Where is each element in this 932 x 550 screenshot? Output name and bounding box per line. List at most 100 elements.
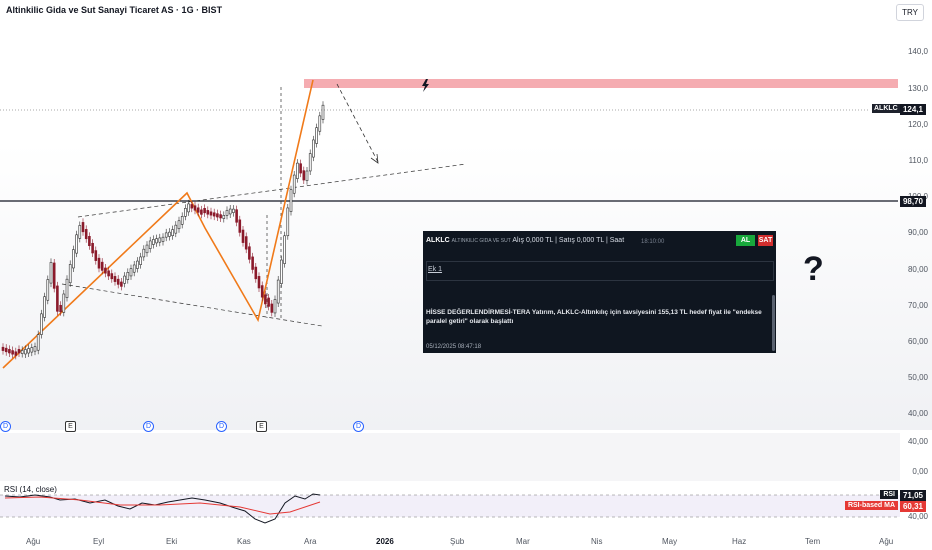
candle-body <box>212 212 216 217</box>
candle-body <box>11 350 14 355</box>
attachment-link[interactable]: Ek 1 <box>428 266 442 273</box>
news-symbol: ALKLC <box>426 237 450 244</box>
candle-body <box>116 278 120 285</box>
dividend-marker[interactable]: D <box>143 421 154 432</box>
candle-body <box>113 276 117 282</box>
pattern-line <box>2 79 314 369</box>
candle-body <box>174 224 178 234</box>
time-axis-label: Şub <box>450 537 465 546</box>
time-axis-label: Mar <box>516 537 530 546</box>
candle-body <box>84 229 88 240</box>
candle-body <box>104 267 107 274</box>
candle-body <box>196 207 200 213</box>
earnings-marker[interactable]: E <box>256 421 267 432</box>
news-quote: Alış 0,000 TL | Satış 0,000 TL | Saat <box>512 237 625 244</box>
earnings-marker[interactable]: E <box>65 421 76 432</box>
candle-body <box>254 266 258 280</box>
candle-body <box>88 236 91 247</box>
candle-body <box>59 304 62 313</box>
candle-body <box>14 351 18 356</box>
price-axis-label: 40,00 <box>907 409 928 418</box>
attachment-box <box>426 261 774 281</box>
candle-body <box>164 232 168 238</box>
candle-body <box>110 273 114 280</box>
candle-body <box>276 279 280 304</box>
time-axis-year-label: 2026 <box>376 537 394 546</box>
time-axis-label: Haz <box>732 537 747 546</box>
candle-body <box>20 350 24 354</box>
candle-body <box>62 293 66 313</box>
candle-body <box>40 313 43 335</box>
candle-body <box>148 240 152 249</box>
dividend-marker[interactable]: D <box>216 421 227 432</box>
candlestick-series <box>1 101 325 360</box>
candle-body <box>184 208 187 217</box>
time-axis-label: Ağu <box>26 537 41 546</box>
candle-body <box>312 139 315 158</box>
sell-button[interactable]: SAT <box>758 235 773 246</box>
price-axis-label: 130,0 <box>907 84 928 93</box>
price-axis-label: 70,00 <box>907 301 928 310</box>
candle-body <box>200 209 203 215</box>
candle-body <box>244 236 248 250</box>
candle-body <box>52 262 56 289</box>
news-header: ALKLC ALTINKILIC GIDA VE SUT Alış 0,000 … <box>426 237 624 244</box>
channel-lower-line <box>61 283 323 327</box>
candle-body <box>152 239 155 245</box>
resistance-zone <box>304 79 898 88</box>
price-axis[interactable]: 140,0 130,0 120,0 110,0 100,0 90,00 80,0… <box>900 0 932 550</box>
candle-body <box>193 205 197 211</box>
candle-body <box>235 209 238 223</box>
candle-body <box>171 229 174 237</box>
candle-body <box>251 256 254 270</box>
candle-body <box>91 242 94 254</box>
candle-body <box>81 222 85 233</box>
time-axis-label: Eyl <box>93 537 105 546</box>
news-panel[interactable]: ALKLC ALTINKILIC GIDA VE SUT Alış 0,000 … <box>423 231 776 353</box>
news-scrollbar[interactable] <box>772 295 775 351</box>
news-body: HİSSE DEĞERLENDİRMESİ-TERA Yatırım, ALKL… <box>426 309 762 325</box>
dividend-marker[interactable]: D <box>353 421 364 432</box>
rsi-axis-label: 40,00 <box>907 512 928 521</box>
candle-body <box>289 189 293 212</box>
buy-button[interactable]: AL <box>736 235 755 246</box>
news-timestamp: 05/12/2025 08:47:18 <box>426 344 482 350</box>
time-axis-label: Kas <box>237 537 251 546</box>
candle-body <box>209 211 213 216</box>
rsi-ma-name-tag: RSI-based MA <box>844 501 898 510</box>
candle-body <box>33 346 37 352</box>
candle-body <box>315 127 318 144</box>
candle-body <box>286 207 290 237</box>
candle-body <box>225 210 229 216</box>
price-axis-label: 80,00 <box>907 265 928 274</box>
candle-body <box>24 349 27 355</box>
candle-body <box>94 250 98 261</box>
projection-arrow <box>336 83 379 163</box>
candle-body <box>248 246 251 260</box>
candle-body <box>65 278 69 298</box>
candle-body <box>296 162 299 179</box>
dividend-marker[interactable]: D <box>0 421 11 432</box>
candle-body <box>8 349 11 354</box>
candle-body <box>120 281 123 287</box>
candle-body <box>46 279 50 301</box>
candle-body <box>180 216 184 225</box>
candle-body <box>264 294 267 305</box>
candle-body <box>219 214 222 219</box>
candle-body <box>273 299 277 314</box>
candle-body <box>97 257 101 269</box>
candle-body <box>283 235 286 264</box>
time-axis-label: Eki <box>166 537 178 546</box>
candle-body <box>222 215 226 219</box>
candle-body <box>1 346 5 351</box>
candle-body <box>270 303 274 313</box>
candle-body <box>68 264 72 284</box>
candle-body <box>206 210 210 215</box>
rsi-indicator-label[interactable]: RSI (14, close) <box>4 485 57 494</box>
chart-window: Altinkilic Gida ve Sut Sanayi Ticaret AS… <box>0 0 932 550</box>
candle-body <box>17 349 21 354</box>
candle-body <box>177 220 181 230</box>
candle-body <box>78 225 82 239</box>
time-axis-label: Ara <box>304 537 317 546</box>
candle-body <box>158 237 162 243</box>
